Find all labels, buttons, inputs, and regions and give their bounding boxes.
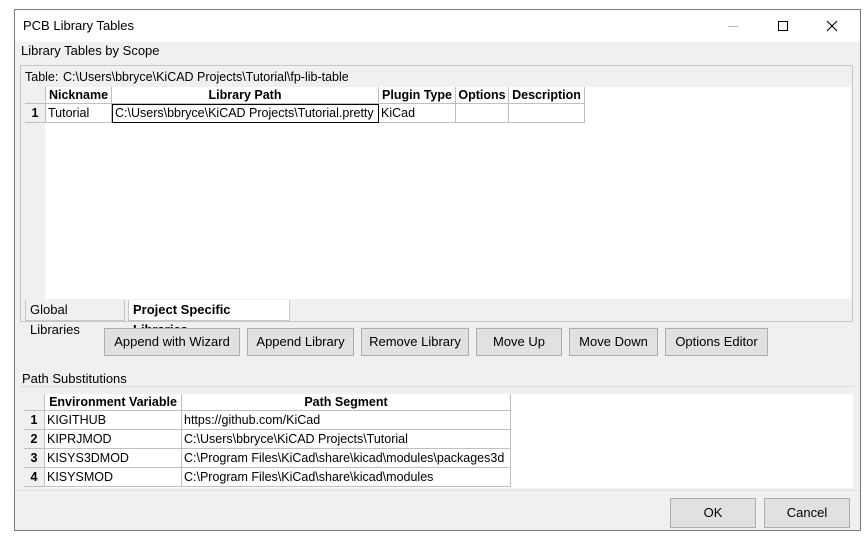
- tab-project-specific-libraries[interactable]: Project Specific Libraries: [128, 300, 290, 337]
- cell-path-segment[interactable]: C:\Program Files\KiCad\share\kicad\modul…: [182, 449, 511, 468]
- cell-plugin-type[interactable]: KiCad: [379, 104, 456, 123]
- close-button[interactable]: [809, 10, 855, 42]
- scope-panel: Table: C:\Users\bbryce\KiCAD Projects\Tu…: [20, 65, 853, 337]
- cell-library-path[interactable]: C:\Users\bbryce\KiCAD Projects\Tutorial.…: [112, 104, 379, 123]
- cell-env-variable[interactable]: KISYS3DMOD: [45, 449, 182, 468]
- path-section-divider: [21, 386, 854, 387]
- path-corner-cell: [24, 394, 45, 411]
- footer-divider: [15, 490, 860, 491]
- path-substitutions-table: Environment Variable Path Segment 1 KIGI…: [24, 394, 853, 488]
- cell-options[interactable]: [456, 104, 509, 123]
- cell-nickname[interactable]: Tutorial: [46, 104, 112, 123]
- column-header-library-path[interactable]: Library Path: [112, 87, 379, 104]
- path-row-label[interactable]: 2: [24, 430, 45, 449]
- append-with-wizard-button[interactable]: Append with Wizard: [104, 328, 240, 356]
- table-path-label: Table:: [25, 70, 59, 84]
- column-header-options[interactable]: Options: [456, 87, 509, 104]
- cell-env-variable[interactable]: KISYSMOD: [45, 468, 182, 487]
- scope-tabs: Global Libraries Project Specific Librar…: [25, 300, 851, 337]
- column-header-plugin-type[interactable]: Plugin Type: [379, 87, 456, 104]
- tab-global-libraries[interactable]: Global Libraries: [25, 300, 125, 337]
- cell-description[interactable]: [509, 104, 585, 123]
- column-header-path-segment[interactable]: Path Segment: [182, 394, 511, 411]
- cell-path-segment[interactable]: C:\Program Files\KiCad\share\kicad\modul…: [182, 468, 511, 487]
- column-header-nickname[interactable]: Nickname: [46, 87, 112, 104]
- move-down-button[interactable]: Move Down: [569, 328, 658, 356]
- path-row-label[interactable]: 3: [24, 449, 45, 468]
- ok-button[interactable]: OK: [670, 498, 756, 528]
- path-section-heading: Path Substitutions: [22, 371, 127, 386]
- close-icon: [826, 20, 838, 32]
- library-table: Nickname Library Path Plugin Type Option…: [25, 87, 851, 299]
- column-header-description[interactable]: Description: [509, 87, 585, 104]
- cell-env-variable[interactable]: KIPRJMOD: [45, 430, 182, 449]
- table-path-value: C:\Users\bbryce\KiCAD Projects\Tutorial\…: [63, 70, 349, 84]
- move-up-button[interactable]: Move Up: [476, 328, 562, 356]
- title-bar: PCB Library Tables: [15, 10, 860, 42]
- corner-cell: [25, 87, 46, 104]
- cell-path-segment[interactable]: https://github.com/KiCad: [182, 411, 511, 430]
- maximize-icon: [778, 21, 788, 31]
- maximize-button[interactable]: [760, 10, 806, 42]
- minimize-icon: [728, 26, 738, 27]
- append-library-button[interactable]: Append Library: [247, 328, 354, 356]
- minimize-button[interactable]: [710, 10, 756, 42]
- options-editor-button[interactable]: Options Editor: [665, 328, 768, 356]
- cell-path-segment[interactable]: C:\Users\bbryce\KiCAD Projects\Tutorial: [182, 430, 511, 449]
- cell-env-variable[interactable]: KIGITHUB: [45, 411, 182, 430]
- scope-section-heading: Library Tables by Scope: [21, 43, 160, 58]
- cancel-button[interactable]: Cancel: [764, 498, 850, 528]
- row-label[interactable]: 1: [25, 104, 46, 123]
- dialog-window: PCB Library Tables Library Tables by Sco…: [14, 9, 861, 531]
- window-title: PCB Library Tables: [23, 18, 135, 33]
- remove-library-button[interactable]: Remove Library: [361, 328, 469, 356]
- path-row-label[interactable]: 1: [24, 411, 45, 430]
- column-header-environment-variable[interactable]: Environment Variable: [45, 394, 182, 411]
- path-row-label[interactable]: 4: [24, 468, 45, 487]
